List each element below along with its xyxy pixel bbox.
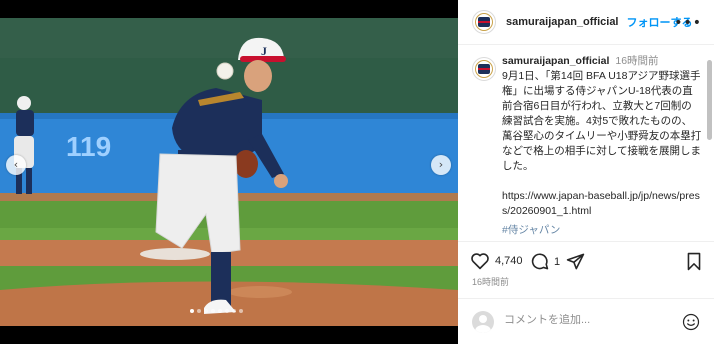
more-options-icon[interactable]: ••• <box>674 15 702 31</box>
carousel-dot[interactable] <box>190 309 194 313</box>
carousel-dot[interactable] <box>197 309 201 313</box>
caption-hashtag[interactable]: #侍ジャパン <box>502 223 702 238</box>
samurai-japan-logo[interactable] <box>472 10 496 34</box>
instagram-post-view: 119 J ‹ › samuraijapan_official フォローする •… <box>0 0 714 344</box>
post-sidebar: samuraijapan_official フォローする ••• samurai… <box>458 0 714 344</box>
scrollbar-thumb[interactable] <box>707 60 712 140</box>
carousel-prev-button[interactable]: ‹ <box>6 155 26 175</box>
comment-icon[interactable] <box>530 252 549 271</box>
carousel-indicator <box>190 309 243 315</box>
avatar <box>472 311 494 333</box>
caption-link[interactable]: https://www.japan-baseball.jp/jp/news/pr… <box>502 189 702 219</box>
carousel-dot[interactable] <box>204 309 208 313</box>
header-username[interactable]: samuraijapan_official <box>506 16 619 28</box>
bookmark-icon[interactable] <box>686 252 702 271</box>
comment-box <box>458 298 714 345</box>
caption-avatar[interactable] <box>472 57 496 81</box>
carousel-dot[interactable] <box>218 309 222 313</box>
media-pane: 119 J ‹ › <box>0 0 458 344</box>
caption-area: samuraijapan_official 16時間前 9月1日、「第14回 B… <box>458 45 714 241</box>
heart-icon[interactable] <box>470 252 490 270</box>
carousel-dot[interactable] <box>232 309 236 313</box>
cap-letter: J <box>261 44 267 58</box>
caption-username[interactable]: samuraijapan_official <box>502 54 609 69</box>
like-group: 4,740 <box>470 252 523 270</box>
send-icon[interactable] <box>566 252 585 271</box>
baseball-pitcher-photo: 119 J <box>0 18 458 326</box>
emoji-icon[interactable] <box>682 313 700 331</box>
like-count[interactable]: 4,740 <box>495 255 523 267</box>
comment-count[interactable]: 1 <box>554 256 560 268</box>
scoreboard-number: 119 <box>66 131 111 162</box>
carousel-dot[interactable] <box>239 309 243 313</box>
save-group <box>686 252 702 271</box>
caption-timestamp: 16時間前 <box>615 55 659 67</box>
carousel-dot[interactable] <box>211 309 215 313</box>
caption-body: 9月1日、「第14回 BFA U18アジア野球選手権」に出場する侍ジャパンU-1… <box>502 70 702 172</box>
comment-group: 1 <box>530 252 560 271</box>
post-header: samuraijapan_official フォローする ••• <box>458 0 714 45</box>
post-age: 16時間前 <box>472 277 510 287</box>
comment-input[interactable] <box>504 314 664 326</box>
caption-scrollbar[interactable] <box>707 60 712 240</box>
share-group <box>566 252 585 271</box>
carousel-next-button[interactable]: › <box>431 155 451 175</box>
post-photo[interactable]: 119 J <box>0 18 458 326</box>
carousel-dot[interactable] <box>225 309 229 313</box>
caption: samuraijapan_official 16時間前 9月1日、「第14回 B… <box>502 54 702 238</box>
